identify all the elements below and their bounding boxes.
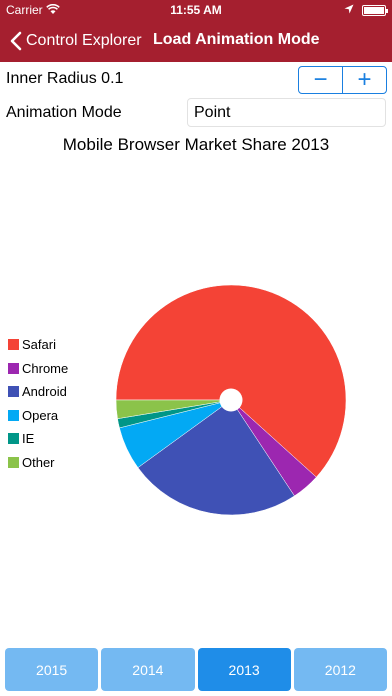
legend-swatch: [8, 339, 19, 351]
legend-label: Android: [22, 384, 67, 400]
legend-item-safari[interactable]: Safari: [8, 333, 68, 357]
year-selector: 2015 2014 2013 2012: [0, 648, 392, 696]
pie-chart[interactable]: [0, 0, 392, 640]
legend-label: IE: [22, 431, 35, 447]
legend-label: Chrome: [22, 360, 69, 376]
legend-item-chrome[interactable]: Chrome: [8, 357, 68, 381]
legend-swatch: [8, 409, 19, 421]
legend-swatch: [8, 433, 19, 445]
chart-legend: Safari Chrome Android Opera IE Other: [8, 333, 68, 474]
year-button-2012[interactable]: 2012: [293, 648, 387, 691]
legend-swatch: [8, 386, 19, 398]
legend-label: Other: [22, 454, 55, 470]
legend-label: Safari: [22, 337, 56, 353]
legend-swatch: [8, 362, 19, 374]
year-button-2013[interactable]: 2013: [197, 648, 291, 691]
legend-label: Opera: [22, 407, 59, 423]
year-button-2015[interactable]: 2015: [5, 648, 99, 691]
legend-item-ie[interactable]: IE: [8, 427, 68, 451]
legend-swatch: [8, 456, 19, 468]
pie-inner-hole: [219, 388, 243, 412]
legend-item-opera[interactable]: Opera: [8, 404, 68, 428]
year-button-2014[interactable]: 2014: [101, 648, 195, 691]
legend-item-android[interactable]: Android: [8, 380, 68, 404]
legend-item-other[interactable]: Other: [8, 451, 68, 475]
